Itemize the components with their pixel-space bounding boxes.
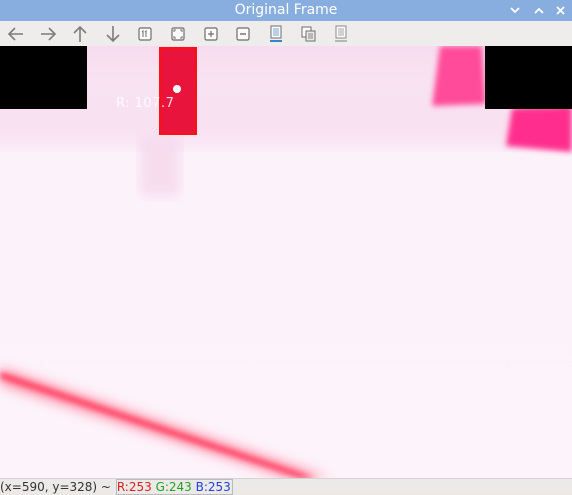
magenta-blob-top [432, 46, 486, 106]
camera-frame [0, 46, 572, 478]
arrow-down-icon [106, 25, 120, 42]
zoom-in-button[interactable] [199, 22, 223, 45]
save-image-icon [270, 25, 282, 42]
zoom-original-icon [138, 26, 152, 41]
block-reflection [140, 136, 180, 196]
copy-image-icon [301, 26, 316, 41]
save-image-button[interactable] [264, 22, 288, 45]
status-bar: (x=590, y=328) ~ R:253 G:243 B:253 [0, 478, 572, 495]
zoom-fit-button[interactable] [166, 22, 190, 45]
zoom-out-icon [236, 26, 250, 41]
image-canvas[interactable]: R: 107.7 [0, 46, 572, 478]
chevron-down-icon [510, 7, 520, 14]
zoom-in-icon [204, 26, 218, 41]
pan-left-button[interactable] [4, 22, 28, 45]
arrow-left-icon [7, 26, 23, 41]
chevron-up-icon [534, 7, 544, 14]
pan-right-button[interactable] [36, 22, 60, 45]
minimize-button[interactable] [506, 2, 524, 19]
arrow-up-icon [73, 25, 87, 42]
close-icon [556, 6, 565, 15]
zoom-original-button[interactable] [133, 22, 157, 45]
pan-down-button[interactable] [101, 22, 125, 45]
magenta-blob-right [506, 106, 572, 152]
pan-up-button[interactable] [68, 22, 92, 45]
black-mask-right [485, 46, 572, 109]
centroid-marker [173, 85, 181, 93]
toolbar [0, 21, 572, 47]
zoom-fit-icon [171, 26, 185, 41]
pixel-values: R:253 G:243 B:253 [115, 479, 233, 495]
copy-image-button[interactable] [297, 22, 321, 45]
roi-label: R: 107.7 [116, 96, 175, 111]
arrow-right-icon [41, 26, 57, 41]
close-button[interactable] [552, 2, 570, 19]
title-bar: Original Frame [0, 0, 572, 21]
image-window: Original Frame R: 107.7 (x=590, y=328) ~… [0, 0, 572, 495]
maximize-button[interactable] [530, 2, 548, 19]
properties-button[interactable] [329, 22, 353, 45]
properties-icon [335, 25, 347, 42]
window-title: Original Frame [234, 2, 338, 18]
black-mask-left [0, 46, 87, 109]
zoom-out-button[interactable] [231, 22, 255, 45]
